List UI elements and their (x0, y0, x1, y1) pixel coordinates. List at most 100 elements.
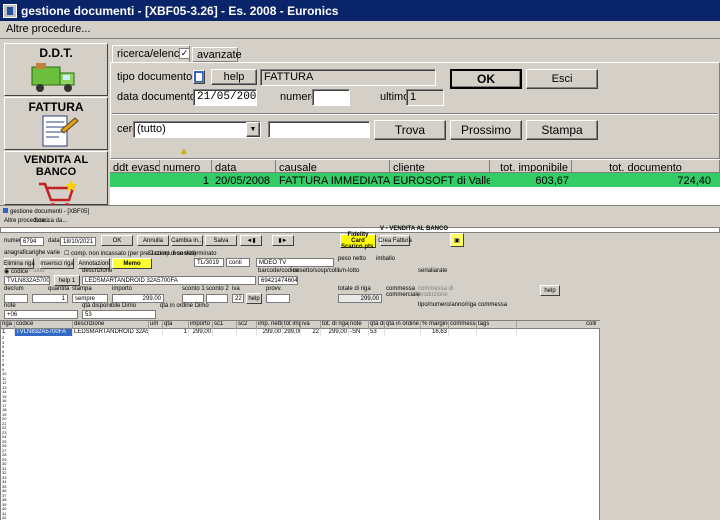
inner-tab-righe[interactable]: righe (32, 250, 45, 256)
inner-annulla-button[interactable]: Annulla (137, 235, 169, 246)
inner-check2-label: comp. non determinato (155, 251, 217, 257)
grid-cell: 22 (301, 329, 321, 336)
grid-col-header[interactable]: codice (15, 321, 73, 329)
grid-col-header[interactable]: qta (163, 321, 189, 329)
tab-avanzate-label: avanzate (197, 49, 242, 61)
doc-type-icon[interactable] (193, 70, 205, 84)
sidebar-item-fattura[interactable]: FATTURA (4, 97, 108, 150)
inner-memo-button[interactable]: Memo (112, 258, 152, 269)
grid-col-header[interactable]: um (149, 321, 163, 329)
numero-field[interactable] (312, 89, 350, 106)
grid-col-header[interactable]: note (349, 321, 369, 329)
inner-codice-radio[interactable]: ◉ codice (4, 268, 28, 275)
grid-col-header[interactable]: sc1 (213, 321, 237, 329)
inner-grid-header: riga codice descrizione um qta importo sc1 sc2 i… (1, 321, 601, 329)
grid-col-header[interactable]: colli (585, 321, 601, 329)
inner-help2-button[interactable]: help (246, 293, 262, 304)
grid-col-header[interactable]: iva (301, 321, 321, 329)
inner-salva-button[interactable]: Salva (205, 235, 237, 246)
grid-col-header[interactable]: descrizione (73, 321, 149, 329)
inner-importo-field[interactable]: 299,00 (112, 294, 164, 303)
col-ddt-evaso[interactable]: ddt evaso (110, 160, 160, 172)
inner-descrizione-field[interactable]: LEDSMARTANDROID 32A5700FA (82, 276, 256, 285)
grid-col-header[interactable]: riga (1, 321, 15, 329)
grid-col-header[interactable]: tot imp (283, 321, 301, 329)
grid-cell (585, 329, 601, 336)
col-tot-imponibile[interactable]: tot. imponibile (490, 160, 572, 172)
col-numero[interactable]: numero (160, 160, 212, 172)
grid-col-header[interactable]: commessa (449, 321, 477, 329)
tab-ricerca[interactable]: ricerca/elenco ✓ (112, 45, 190, 62)
grid-col-header[interactable]: importo (189, 321, 213, 329)
inner-check2[interactable]: ☐ comp. non determinato (148, 250, 216, 257)
trova-button[interactable]: Trova (374, 120, 446, 140)
tipo-field[interactable]: FATTURA (260, 69, 436, 86)
inner-menu-scarica[interactable]: Scarica da... (34, 218, 67, 224)
inner-fidelity-button[interactable]: Fidelity Card Scarico pts. (340, 232, 376, 250)
table-row[interactable]: 1 TVLN832A5700FALEDSMARTANDROID 32A5700FA… (1, 329, 601, 336)
chevron-down-icon[interactable]: ▼ (246, 122, 260, 137)
col-tot-documento[interactable]: tot. documento (572, 160, 720, 172)
inner-stampa-field[interactable]: sempre (72, 294, 108, 303)
inner-next-icon[interactable]: ▮► (272, 235, 294, 246)
inner-dec-field[interactable] (4, 294, 28, 303)
cerca-text-field[interactable] (268, 121, 370, 138)
inner-barcode-field[interactable]: 6942147460405 (258, 276, 298, 285)
inner-data-label: data (48, 238, 60, 244)
inner-lotto-radio[interactable]: ○ lotto (28, 268, 45, 274)
menu-altre-procedure[interactable]: Altre procedure... (6, 23, 90, 35)
col-data[interactable]: data (212, 160, 276, 172)
table-row[interactable]: 1 20/05/2008 FATTURA IMMEDIATA EUROSOFT … (110, 173, 720, 187)
inner-tab-anagrafica[interactable]: anagrafica (4, 250, 32, 256)
inner-prev-icon[interactable]: ◄▮ (240, 235, 262, 246)
grid-cell: 16,63 (421, 329, 449, 336)
inner-ref-field[interactable]: TL/3019 (194, 258, 224, 267)
grid-cell (237, 329, 257, 336)
inner-ok-button[interactable]: OK (101, 235, 133, 246)
grid-col-header[interactable]: qtà dis (369, 321, 385, 329)
inner-iva-field[interactable]: 22 (232, 294, 244, 303)
inner-provv-field[interactable] (266, 294, 290, 303)
col-causale[interactable]: causale (276, 160, 390, 172)
stampa-button[interactable]: Stampa (526, 120, 598, 140)
grid-cell: TVLN832A5700FA (15, 329, 73, 336)
inner-doc-icon[interactable]: ▣ (450, 233, 464, 247)
tab-avanzate[interactable]: avanzate (192, 47, 242, 62)
prossimo-button[interactable]: Prossimo (450, 120, 522, 140)
grid-col-header[interactable]: tot. di riga (321, 321, 349, 329)
sidebar-item-label: FATTURA (28, 100, 84, 114)
inner-mdeo-field[interactable]: MDEO TV (256, 258, 334, 267)
data-field[interactable]: 21/05/2008 (193, 89, 257, 106)
grid-col-header[interactable]: sc2 (237, 321, 257, 329)
ok-button[interactable]: OK (450, 69, 522, 89)
cerca-select[interactable]: (tutto) ▼ (133, 121, 261, 138)
help-button[interactable]: help (211, 69, 257, 85)
tab-ricerca-label: ricerca/elenco (117, 48, 186, 60)
inner-crea-fattura-button[interactable]: Crea Fattura (378, 235, 412, 246)
inner-sconto1-field[interactable] (182, 294, 204, 303)
inner-grid[interactable]: riga codice descrizione um qta importo sc1 sc2 i… (0, 320, 601, 520)
inner-help3-button[interactable]: help (540, 285, 560, 296)
sidebar-item-ddt[interactable]: D.D.T. (4, 43, 108, 96)
inner-tab-varie[interactable]: varie (47, 250, 60, 256)
inner-help1-button[interactable]: help 1 (54, 275, 80, 286)
inner-cambia-button[interactable]: Cambia in... (171, 235, 203, 246)
inner-inserisci-button[interactable]: Inserisci riga (40, 258, 74, 269)
app-icon (3, 3, 17, 18)
esci-button[interactable]: Esci (526, 69, 598, 89)
inner-codice-field[interactable]: TVLN832A5700FA (4, 276, 50, 285)
tab-checkbox[interactable]: ✓ (179, 48, 190, 59)
grid-col-header[interactable]: tags (477, 321, 517, 329)
grid-col-header[interactable]: qtà in ordine Dimo (385, 321, 421, 329)
inner-quantita-field[interactable]: 1 (32, 294, 68, 303)
inner-data-field[interactable]: 18/10/2021 (60, 237, 96, 246)
inner-row-numbers: 2 3 4 5 6 7 8 9 10 11 12 13 14 15 16 17 18 19 20 21 22 23 24 25… (1, 336, 13, 520)
inner-numero-field[interactable]: 6794 (20, 237, 44, 246)
sidebar-item-vendita[interactable]: VENDITA AL BANCO (4, 151, 108, 209)
grid-col-header[interactable]: % margine (421, 321, 449, 329)
grid-col-header[interactable]: imp. netto (257, 321, 283, 329)
inner-sconto2-field[interactable] (206, 294, 228, 303)
inner-conti-field[interactable]: conti (226, 258, 250, 267)
col-cliente[interactable]: cliente (390, 160, 490, 172)
inner-note-field[interactable]: +06 (4, 310, 78, 319)
